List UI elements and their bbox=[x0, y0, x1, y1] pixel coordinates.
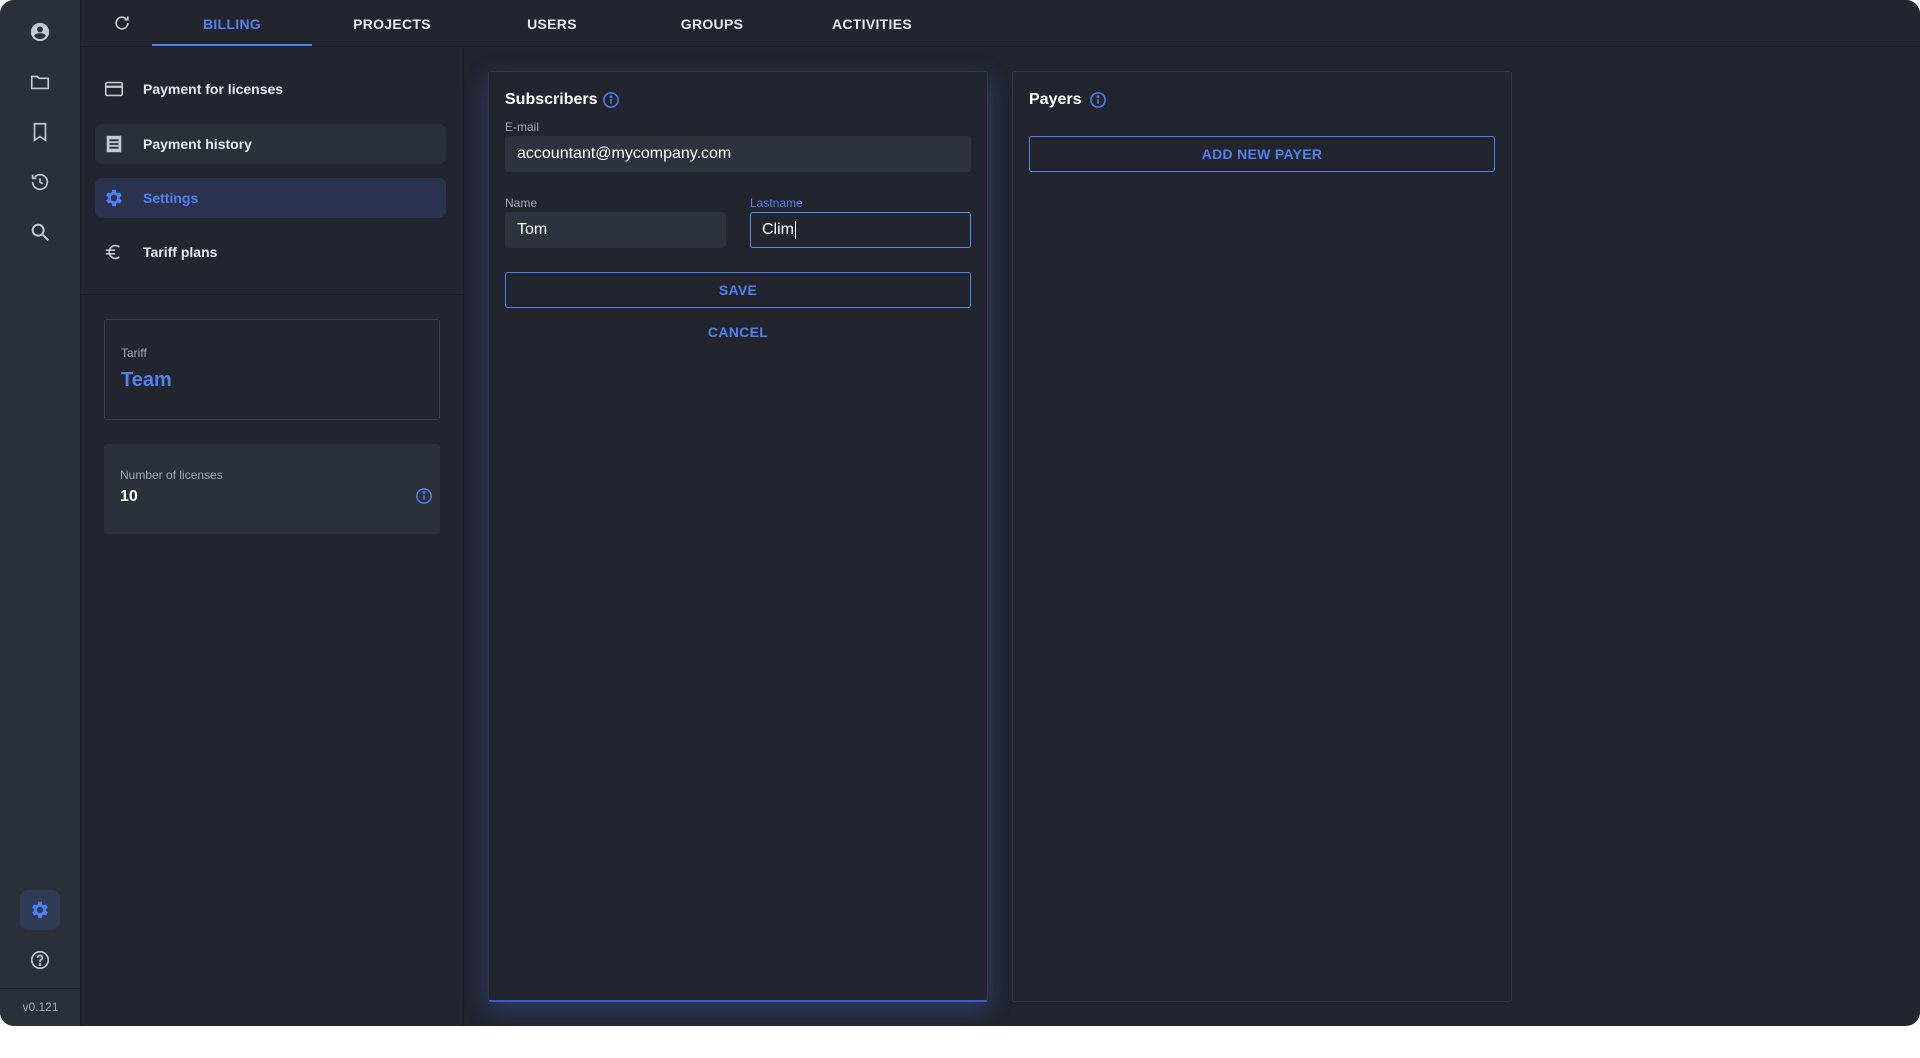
help-icon bbox=[30, 950, 50, 970]
email-label: E-mail bbox=[505, 120, 540, 134]
folder-icon bbox=[30, 75, 50, 90]
save-button[interactable]: SAVE bbox=[505, 272, 971, 308]
email-field[interactable]: accountant@mycompany.com bbox=[505, 136, 971, 172]
email-value: accountant@mycompany.com bbox=[517, 145, 732, 162]
tab-activities[interactable]: ACTIVITIES bbox=[792, 0, 952, 47]
sidebar-item-payment-for-licenses[interactable]: Payment for licenses bbox=[95, 69, 446, 109]
licenses-card: Number of licenses 10 bbox=[104, 444, 440, 534]
payers-title: Payers bbox=[1029, 91, 1082, 108]
tab-users[interactable]: USERS bbox=[472, 0, 632, 47]
add-new-payer-button[interactable]: ADD NEW PAYER bbox=[1029, 136, 1495, 172]
tariff-label: Tariff bbox=[121, 346, 147, 360]
tariff-value: Team bbox=[121, 369, 172, 391]
lastname-value: Clim bbox=[762, 221, 794, 238]
sidebar-item-label: Tariff plans bbox=[143, 244, 218, 260]
account-circle-icon bbox=[30, 22, 50, 42]
app-window: v0.121 BILLING PROJECTS USERS GROUPS ACT… bbox=[0, 0, 1920, 1026]
info-icon[interactable] bbox=[1089, 91, 1107, 109]
cancel-button[interactable]: CANCEL bbox=[505, 320, 971, 344]
tab-groups[interactable]: GROUPS bbox=[632, 0, 792, 47]
lastname-label: Lastname bbox=[750, 196, 803, 210]
gear-icon bbox=[103, 187, 125, 209]
list-icon bbox=[103, 133, 125, 155]
credit-card-icon bbox=[103, 78, 125, 100]
tariff-card: Tariff Team bbox=[104, 319, 440, 420]
top-navigation: BILLING PROJECTS USERS GROUPS ACTIVITIES bbox=[81, 0, 1920, 47]
sidebar-item-tariff-plans[interactable]: Tariff plans bbox=[95, 232, 446, 272]
account-button[interactable] bbox=[20, 12, 60, 52]
sidebar-item-settings[interactable]: Settings bbox=[95, 178, 446, 218]
bookmark-icon bbox=[33, 122, 47, 142]
subscribers-title: Subscribers bbox=[505, 91, 598, 108]
version-label: v0.121 bbox=[22, 1000, 59, 1014]
info-icon[interactable] bbox=[602, 91, 620, 109]
refresh-button[interactable] bbox=[111, 12, 133, 34]
euro-icon bbox=[103, 241, 125, 263]
licenses-label: Number of licenses bbox=[120, 468, 223, 482]
tab-billing[interactable]: BILLING bbox=[152, 0, 312, 47]
rail-divider bbox=[0, 988, 81, 989]
name-value: Tom bbox=[517, 221, 548, 238]
gear-icon bbox=[32, 901, 48, 919]
history-icon bbox=[31, 173, 49, 191]
search-icon bbox=[31, 223, 49, 241]
search-button[interactable] bbox=[20, 212, 60, 252]
tab-projects[interactable]: PROJECTS bbox=[312, 0, 472, 47]
sidebar-item-label: Payment history bbox=[143, 136, 252, 152]
projects-button[interactable] bbox=[20, 62, 60, 102]
text-caret bbox=[795, 221, 796, 239]
info-icon[interactable] bbox=[415, 487, 433, 505]
name-field[interactable]: Tom bbox=[505, 212, 726, 248]
help-button[interactable] bbox=[20, 940, 60, 980]
settings-button[interactable] bbox=[20, 890, 60, 930]
sidebar-item-label: Payment for licenses bbox=[143, 81, 284, 97]
sidebar-item-label: Settings bbox=[143, 190, 199, 206]
name-label: Name bbox=[505, 196, 538, 210]
sidebar-item-payment-history[interactable]: Payment history bbox=[95, 124, 446, 164]
lastname-field[interactable]: Clim bbox=[750, 212, 971, 248]
billing-sidebar: Payment for licenses Payment history Set… bbox=[81, 47, 464, 1026]
licenses-value: 10 bbox=[120, 488, 138, 505]
refresh-icon bbox=[115, 16, 129, 30]
bookmarks-button[interactable] bbox=[20, 112, 60, 152]
sidebar-divider bbox=[81, 294, 464, 295]
subscribers-panel: Subscribers E-mail accountant@mycompany.… bbox=[488, 71, 988, 1002]
payers-panel: Payers ADD NEW PAYER bbox=[1012, 71, 1512, 1002]
history-button[interactable] bbox=[20, 162, 60, 202]
icon-rail: v0.121 bbox=[0, 0, 81, 1026]
